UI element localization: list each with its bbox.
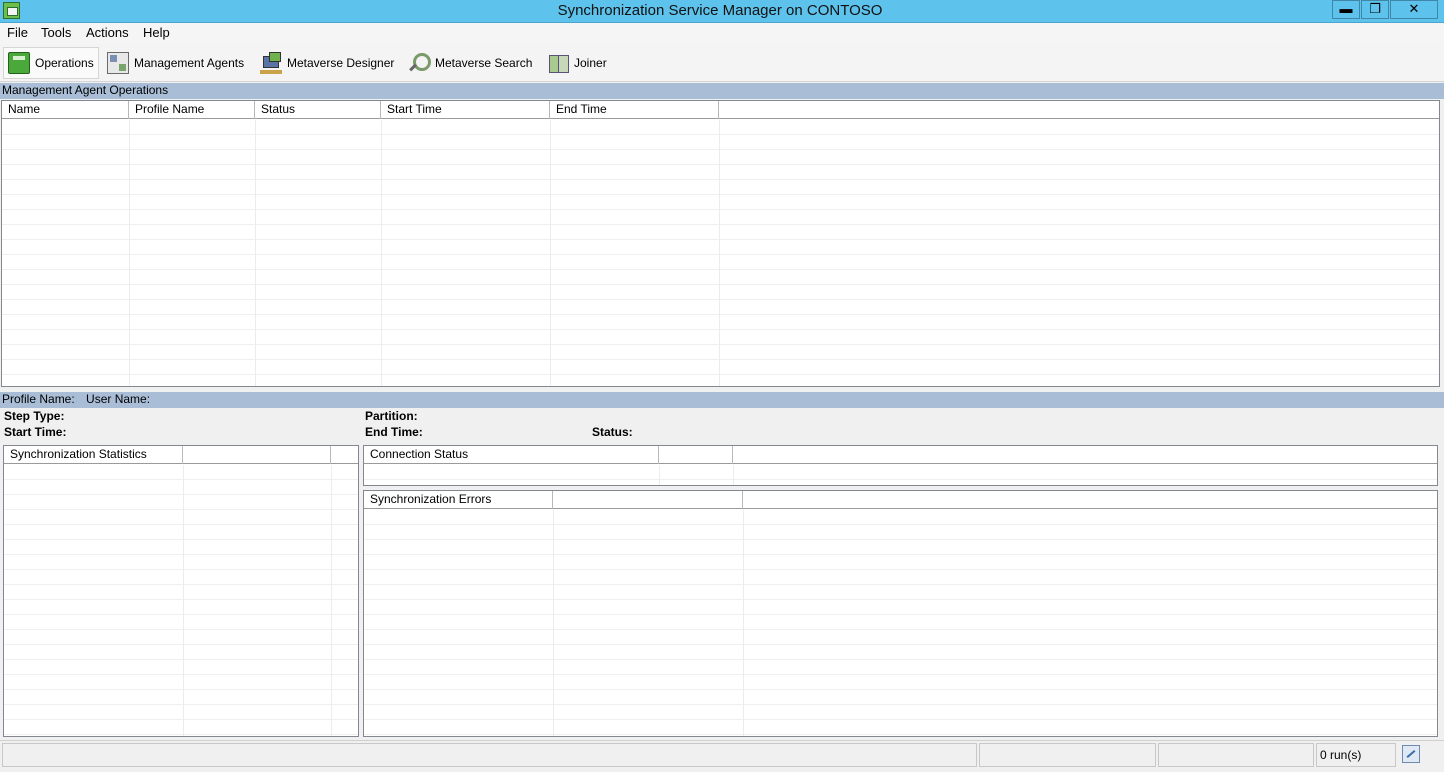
management-agents-icon [107,52,129,74]
menu-tools[interactable]: Tools [41,25,71,40]
toolbar: Operations Management Agents Metaverse D… [0,44,1444,82]
col-header-start-time[interactable]: Start Time [381,101,550,119]
operations-button[interactable]: Operations [3,47,99,79]
operations-section-title: Management Agent Operations [2,83,169,97]
sync-statistics-grid[interactable]: Synchronization Statistics [3,445,359,737]
menu-help[interactable]: Help [143,25,170,40]
col-header-error-value[interactable] [553,491,743,509]
joiner-label: Joiner [574,56,607,70]
col-header-filler [719,101,1439,119]
col-header-connection-value[interactable] [659,446,733,464]
status-pane-main [2,743,977,767]
profile-name-label: Profile Name: [2,392,75,406]
restore-button[interactable]: ❐ [1361,0,1389,19]
status-bar: 0 run(s) [0,740,1444,772]
menu-actions[interactable]: Actions [86,25,129,40]
operations-grid-body [2,120,1439,386]
management-agents-label: Management Agents [134,56,245,70]
col-header-connection-status[interactable]: Connection Status [364,446,659,464]
end-time-label: End Time: [365,425,423,439]
management-agents-button[interactable]: Management Agents [103,47,248,79]
menu-file[interactable]: File [7,25,28,40]
col-header-stat-filler [331,446,358,464]
operations-icon [8,52,30,74]
metaverse-designer-button[interactable]: Metaverse Designer [256,47,398,79]
connection-status-header: Connection Status [364,446,1437,464]
joiner-icon [547,52,569,74]
col-header-sync-errors[interactable]: Synchronization Errors [364,491,553,509]
col-header-error-filler [743,491,1437,509]
metaverse-search-label: Metaverse Search [435,56,533,70]
sync-errors-grid[interactable]: Synchronization Errors [363,490,1438,737]
col-header-end-time[interactable]: End Time [550,101,719,119]
step-type-label: Step Type: [4,409,65,423]
operations-grid[interactable]: Name Profile Name Status Start Time End … [1,100,1440,387]
joiner-button[interactable]: Joiner [543,47,611,79]
col-header-status[interactable]: Status [255,101,381,119]
col-header-connection-filler [733,446,1437,464]
connection-status-body [364,465,1437,485]
connection-status-grid[interactable]: Connection Status [363,445,1438,486]
run-count: 0 run(s) [1316,743,1396,767]
partition-label: Partition: [365,409,418,423]
minimize-button[interactable]: ▬ [1332,0,1360,19]
sync-statistics-header: Synchronization Statistics [4,446,358,464]
col-header-profile-name[interactable]: Profile Name [129,101,255,119]
status-pane-2 [979,743,1156,767]
start-time-label: Start Time: [4,425,67,439]
close-button[interactable]: ✕ [1390,0,1438,19]
metaverse-search-icon [408,52,431,74]
col-header-stat-value[interactable] [183,446,331,464]
user-name-label: User Name: [86,392,151,406]
metaverse-designer-label: Metaverse Designer [287,56,395,70]
sync-errors-header: Synchronization Errors [364,491,1437,509]
metaverse-search-button[interactable]: Metaverse Search [404,47,536,79]
operations-label: Operations [35,56,94,70]
status-pane-3 [1158,743,1314,767]
col-header-sync-statistics[interactable]: Synchronization Statistics [4,446,183,464]
col-header-name[interactable]: Name [2,101,129,119]
sync-statistics-body [4,465,358,736]
sync-errors-body [364,510,1437,736]
network-status-icon [1402,745,1420,763]
title-bar: Synchronization Service Manager on CONTO… [0,0,1444,23]
status-label: Status: [592,425,633,439]
window-title: Synchronization Service Manager on CONTO… [557,2,883,19]
metaverse-designer-icon [260,52,282,74]
menu-bar: File Tools Actions Help [0,23,1444,44]
operations-grid-header: Name Profile Name Status Start Time End … [2,101,1439,119]
run-details-header: Profile Name: User Name: [0,392,1444,408]
operations-section-header: Management Agent Operations [0,83,1444,99]
